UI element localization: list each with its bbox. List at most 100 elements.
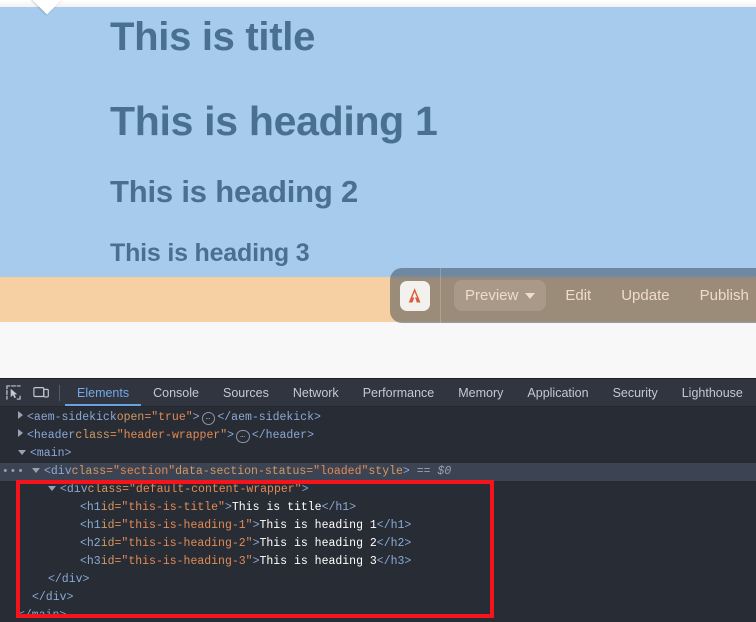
tab-lighthouse[interactable]: Lighthouse	[670, 379, 755, 406]
aem-sidekick-toolbar[interactable]: Preview Edit Update Publish	[390, 268, 756, 323]
inspect-element-icon[interactable]	[0, 379, 27, 406]
tab-performance[interactable]: Performance	[351, 379, 447, 406]
tab-security-label: Security	[612, 385, 658, 400]
page-background-below-highlight	[0, 322, 756, 378]
tab-lighthouse-label: Lighthouse	[681, 385, 743, 400]
default-content-wrapper: This is title This is heading 1 This is …	[110, 7, 710, 266]
sidekick-preview-label: Preview	[465, 287, 519, 304]
device-toolbar-icon[interactable]	[27, 379, 54, 406]
tab-application-label: Application	[527, 385, 589, 400]
browser-top-strip	[0, 0, 756, 15]
aem-sidekick-close-tag: </aem-sidekick>	[217, 411, 321, 424]
collapsed-children-badge[interactable]: …	[201, 412, 216, 425]
h1-heading1-close-tag: </h1>	[376, 519, 412, 532]
h3-heading3-attr: id	[100, 555, 115, 568]
h1-title-gt: >	[224, 501, 232, 514]
selected-node-marker: == $0	[416, 465, 452, 478]
wrapper-gt: >	[301, 483, 309, 496]
dom-node-section-close[interactable]: </div>	[0, 589, 756, 607]
collapse-triangle-icon[interactable]	[18, 450, 26, 455]
h3-heading3-open-tag: <h3	[80, 555, 101, 568]
wrapper-attr-value: ="default-content-wrapper"	[122, 483, 302, 496]
sidekick-publish-button[interactable]: Publish	[689, 280, 756, 311]
h1-heading1-text: This is heading 1	[259, 519, 377, 532]
tab-memory-label: Memory	[458, 385, 504, 400]
tab-elements-label: Elements	[77, 385, 130, 400]
wrapper-attr: class	[87, 483, 123, 496]
h1-heading1-open-tag: <h1	[80, 519, 101, 532]
dom-node-wrapper-close[interactable]: </div>	[0, 571, 756, 589]
dom-node-aem-sidekick[interactable]: <aem-sidekickopen="true">… </aem-sidekick…	[0, 409, 756, 427]
h3-heading3-text: This is heading 3	[259, 555, 377, 568]
sidekick-edit-button[interactable]: Edit	[554, 280, 602, 311]
tab-sources[interactable]: Sources	[211, 379, 281, 406]
h1-heading1-attr: id	[100, 519, 115, 532]
sidekick-divider	[440, 268, 441, 323]
aem-sidekick-attr-value: ="true"	[144, 411, 193, 424]
h2-heading2-open-tag: <h2	[80, 537, 101, 550]
tab-application[interactable]: Application	[515, 379, 600, 406]
sidekick-edit-label: Edit	[565, 287, 592, 304]
dom-node-default-content-wrapper[interactable]: <divclass="default-content-wrapper">	[0, 481, 756, 499]
dom-node-h1-title[interactable]: <h1id="this-is-title">This is title</h1>	[0, 499, 756, 517]
chevron-down-icon	[525, 292, 536, 299]
h2-heading2-text: This is heading 2	[259, 537, 377, 550]
tab-security[interactable]: Security	[601, 379, 670, 406]
dom-node-main-close[interactable]: </main>	[0, 607, 756, 622]
collapsed-children-badge[interactable]: …	[236, 430, 250, 443]
sidekick-preview-button[interactable]: Preview	[454, 280, 547, 311]
sidekick-update-label: Update	[621, 287, 670, 304]
header-attr: class	[75, 429, 110, 442]
wrapper-close-tag: </div>	[48, 573, 90, 586]
h1-title-attr: id	[100, 501, 115, 514]
page-viewport: This is title This is heading 1 This is …	[0, 0, 756, 378]
dom-node-h3-heading-3[interactable]: <h3id="this-is-heading-3">This is headin…	[0, 553, 756, 571]
main-close-tag: </main>	[18, 609, 67, 622]
sidekick-publish-label: Publish	[699, 287, 749, 304]
tab-console[interactable]: Console	[141, 379, 211, 406]
tab-network[interactable]: Network	[281, 379, 351, 406]
h2-heading2-attr-value: ="this-is-heading-2"	[114, 537, 253, 550]
aem-sidekick-open-tag: <aem-sidekick	[27, 411, 117, 424]
header-gt: >	[227, 429, 235, 442]
dom-node-h2-heading-2[interactable]: <h2id="this-is-heading-2">This is headin…	[0, 535, 756, 553]
h1-title-close-tag: </h1>	[321, 501, 357, 514]
dom-node-h1-heading-1[interactable]: <h1id="this-is-heading-1">This is headin…	[0, 517, 756, 535]
toolbar-separator	[59, 384, 60, 401]
tab-performance-label: Performance	[362, 385, 435, 400]
page-heading-2: This is heading 2	[110, 174, 359, 210]
main-open-tag: <main>	[30, 447, 72, 460]
tab-network-label: Network	[292, 385, 339, 400]
h2-heading2-attr: id	[100, 537, 115, 550]
page-heading-1: This is heading 1	[110, 98, 438, 144]
adobe-logo-icon	[400, 280, 430, 311]
dom-node-header[interactable]: <headerclass="header-wrapper">… </header>	[0, 427, 756, 445]
sidekick-update-button[interactable]: Update	[610, 280, 680, 311]
header-open-tag: <header	[27, 429, 76, 442]
h3-heading3-close-tag: </h3>	[376, 555, 412, 568]
section-attr-status: data-section-status	[175, 465, 307, 478]
header-close-tag: </header>	[251, 429, 314, 442]
dom-node-section[interactable]: ••• <divclass="section"data-section-statu…	[0, 463, 756, 481]
devtools-panel: Elements Console Sources Network Perform…	[0, 378, 756, 622]
expand-triangle-icon[interactable]	[18, 411, 23, 419]
node-overflow-dots[interactable]: •••	[2, 463, 25, 481]
collapse-triangle-icon[interactable]	[48, 486, 56, 491]
tab-console-label: Console	[153, 385, 199, 400]
tab-elements[interactable]: Elements	[65, 379, 141, 406]
dom-node-main-open[interactable]: <main>	[0, 445, 756, 463]
tab-memory[interactable]: Memory	[446, 379, 515, 406]
page-heading-3: This is heading 3	[110, 238, 310, 267]
dom-tree[interactable]: <aem-sidekickopen="true">… </aem-sidekick…	[0, 407, 756, 622]
section-close-tag: </div>	[32, 591, 74, 604]
h2-heading2-close-tag: </h2>	[376, 537, 412, 550]
aem-sidekick-gt: >	[192, 411, 200, 424]
aem-sidekick-attr: open	[116, 411, 145, 424]
h1-heading1-attr-value: ="this-is-heading-1"	[114, 519, 253, 532]
collapse-triangle-icon[interactable]	[32, 468, 40, 473]
h3-heading3-attr-value: ="this-is-heading-3"	[114, 555, 253, 568]
page-heading-title: This is title	[110, 15, 316, 59]
section-attr-status-value: ="loaded"	[306, 465, 369, 478]
expand-triangle-icon[interactable]	[18, 429, 23, 437]
wrapper-open-tag: <div	[60, 483, 88, 496]
